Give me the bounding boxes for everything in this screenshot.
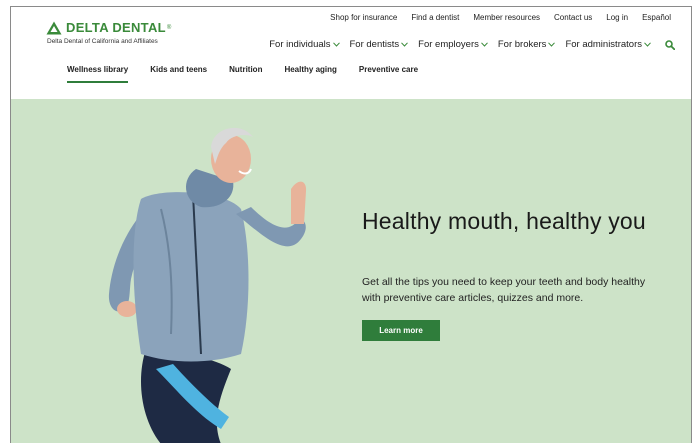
running-woman-image bbox=[108, 127, 307, 443]
util-link-member-resources[interactable]: Member resources bbox=[473, 13, 540, 22]
chevron-down-icon bbox=[644, 42, 651, 47]
util-link-login[interactable]: Log in bbox=[606, 13, 628, 22]
utility-nav: Shop for insurance Find a dentist Member… bbox=[330, 13, 671, 22]
nav-for-administrators[interactable]: For administrators bbox=[565, 39, 651, 50]
brand-name: DELTA DENTAL bbox=[66, 20, 166, 35]
subnav-nutrition[interactable]: Nutrition bbox=[229, 65, 262, 79]
hero-banner: Healthy mouth, healthy you Get all the t… bbox=[11, 99, 691, 443]
hero-description: Get all the tips you need to keep your t… bbox=[362, 276, 646, 304]
subnav-wellness-library[interactable]: Wellness library bbox=[67, 65, 129, 83]
nav-for-individuals[interactable]: For individuals bbox=[269, 39, 340, 50]
chevron-down-icon bbox=[332, 42, 340, 47]
chevron-down-icon bbox=[480, 42, 488, 47]
hero-title: Healthy mouth, healthy you bbox=[362, 208, 646, 234]
nav-for-employers[interactable]: For employers bbox=[418, 39, 488, 50]
main-nav: For individuals For dentists For employe… bbox=[269, 39, 675, 50]
util-link-shop[interactable]: Shop for insurance bbox=[330, 13, 397, 22]
search-icon[interactable] bbox=[665, 39, 675, 50]
triangle-logo-icon bbox=[46, 21, 62, 34]
subnav-healthy-aging[interactable]: Healthy aging bbox=[284, 65, 336, 79]
nav-label: For brokers bbox=[497, 39, 547, 50]
brand-subtitle: Delta Dental of California and Affiliate… bbox=[47, 38, 158, 45]
chevron-down-icon bbox=[548, 42, 556, 47]
delta-dental-logo[interactable]: DELTA DENTAL ® bbox=[46, 20, 171, 35]
subnav-preventive-care[interactable]: Preventive care bbox=[359, 65, 418, 79]
util-link-find-dentist[interactable]: Find a dentist bbox=[411, 13, 459, 22]
nav-label: For dentists bbox=[349, 39, 400, 50]
browser-page: DELTA DENTAL ® Delta Dental of Californi… bbox=[10, 6, 692, 443]
nav-label: For employers bbox=[418, 39, 479, 50]
nav-label: For individuals bbox=[269, 39, 331, 50]
util-link-espanol[interactable]: Español bbox=[642, 13, 671, 22]
wellness-sub-nav: Wellness library Kids and teens Nutritio… bbox=[67, 65, 418, 83]
nav-for-dentists[interactable]: For dentists bbox=[350, 39, 409, 50]
learn-more-button[interactable]: Learn more bbox=[362, 320, 440, 341]
nav-label: For administrators bbox=[565, 39, 642, 50]
chevron-down-icon bbox=[401, 42, 409, 47]
subnav-kids-and-teens[interactable]: Kids and teens bbox=[150, 65, 207, 79]
util-link-contact[interactable]: Contact us bbox=[554, 13, 592, 22]
brand-trademark: ® bbox=[166, 24, 172, 31]
nav-for-brokers[interactable]: For brokers bbox=[498, 39, 556, 50]
